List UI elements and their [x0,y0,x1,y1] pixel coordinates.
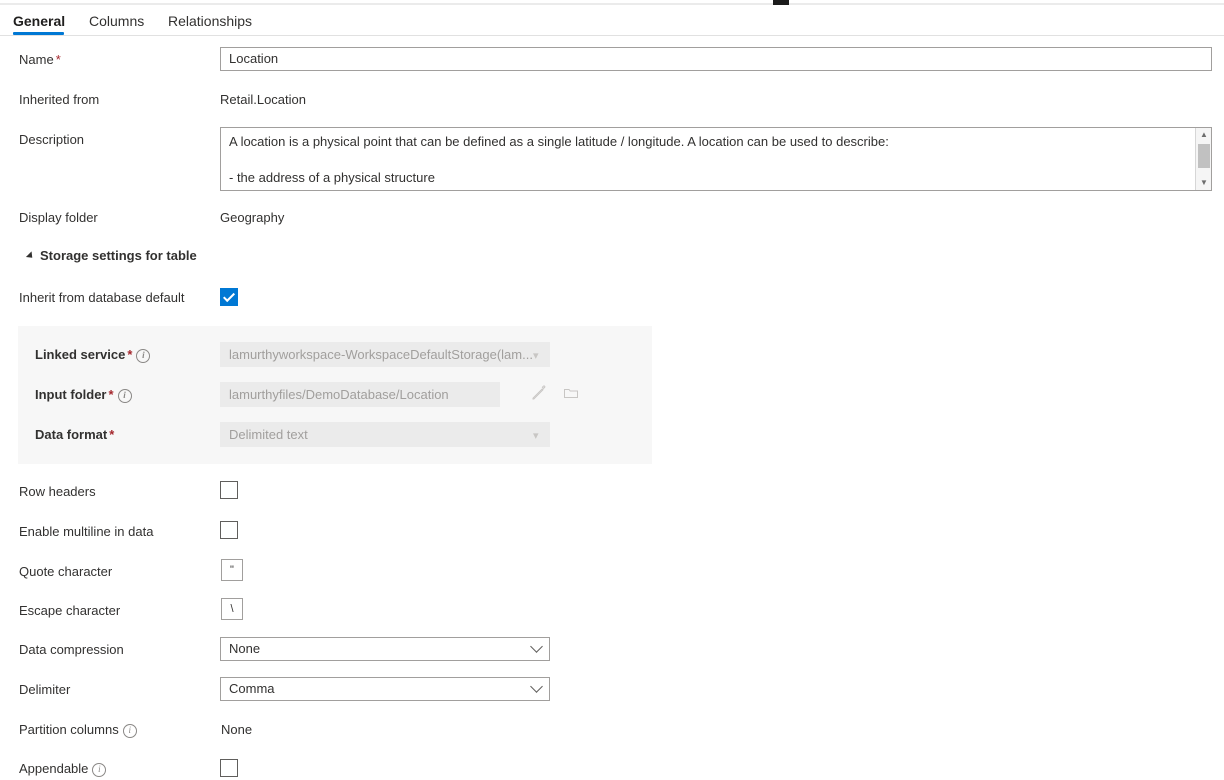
inherit-default-label: Inherit from database default [19,290,185,306]
escape-character-input[interactable]: \ [221,598,243,620]
info-icon[interactable]: i [118,389,132,403]
required-asterisk: * [56,52,61,67]
row-headers-label: Row headers [19,484,96,500]
info-icon[interactable]: i [123,724,137,738]
row-headers-checkbox[interactable] [220,481,238,499]
quote-character-input[interactable]: " [221,559,243,581]
chevron-down-icon [530,640,543,653]
required-asterisk: * [127,347,132,362]
collapse-triangle-icon [26,251,35,260]
chevron-down-icon [530,680,543,693]
name-label: Name* [19,52,61,68]
multiline-checkbox[interactable] [220,521,238,539]
tab-relationships[interactable]: Relationships [168,11,252,31]
data-compression-label: Data compression [19,642,124,658]
required-asterisk: * [109,427,114,442]
inherit-default-checkbox[interactable] [220,288,238,306]
info-icon[interactable]: i [92,763,106,777]
display-folder-label: Display folder [19,210,98,226]
tab-columns[interactable]: Columns [89,11,144,31]
partition-columns-label: Partition columnsi [19,722,137,738]
appendable-label: Appendablei [19,761,106,777]
data-compression-value: None [229,638,260,660]
partition-columns-value: None [221,722,252,738]
folder-icon [562,384,580,405]
delimiter-dropdown[interactable]: Comma [220,677,550,701]
inherited-from-value: Retail.Location [220,92,306,108]
data-compression-dropdown[interactable]: None [220,637,550,661]
escape-character-label: Escape character [19,603,120,619]
tab-general[interactable]: General [13,11,65,31]
pencil-icon [530,384,548,405]
input-folder-label: Input folder*i [35,387,132,403]
storage-settings-panel: Linked service*i lamurthyworkspace-Works… [18,326,652,464]
multiline-label: Enable multiline in data [19,524,153,540]
description-textarea[interactable]: A location is a physical point that can … [220,127,1212,191]
linked-service-dropdown: lamurthyworkspace-WorkspaceDefaultStorag… [220,342,550,367]
delimiter-label: Delimiter [19,682,70,698]
description-scrollbar[interactable]: ▲ ▼ [1195,128,1211,190]
data-format-label: Data format* [35,427,114,443]
description-text: A location is a physical point that can … [229,133,1179,191]
description-label: Description [19,132,84,148]
required-asterisk: * [109,387,114,402]
display-folder-value: Geography [220,210,284,226]
data-format-dropdown: Delimited text [220,422,550,447]
tab-bar-underline [0,35,1224,36]
chevron-down-icon: ▾ [533,351,539,362]
scroll-down-icon[interactable]: ▼ [1196,176,1212,190]
input-folder-input: lamurthyfiles/DemoDatabase/Location [220,382,500,407]
tab-bar: General Columns Relationships [0,5,1224,36]
scroll-up-icon[interactable]: ▲ [1196,128,1212,142]
appendable-checkbox[interactable] [220,759,238,777]
chevron-down-icon: ▾ [533,431,539,442]
name-input[interactable]: Location [220,47,1212,71]
info-icon[interactable]: i [136,349,150,363]
inherited-from-label: Inherited from [19,92,99,108]
scrollbar-thumb[interactable] [1198,144,1210,168]
linked-service-label: Linked service*i [35,347,150,363]
delimiter-value: Comma [229,678,275,700]
storage-settings-title: Storage settings for table [40,248,197,263]
storage-settings-section-toggle[interactable]: Storage settings for table [28,248,197,263]
quote-character-label: Quote character [19,564,112,580]
